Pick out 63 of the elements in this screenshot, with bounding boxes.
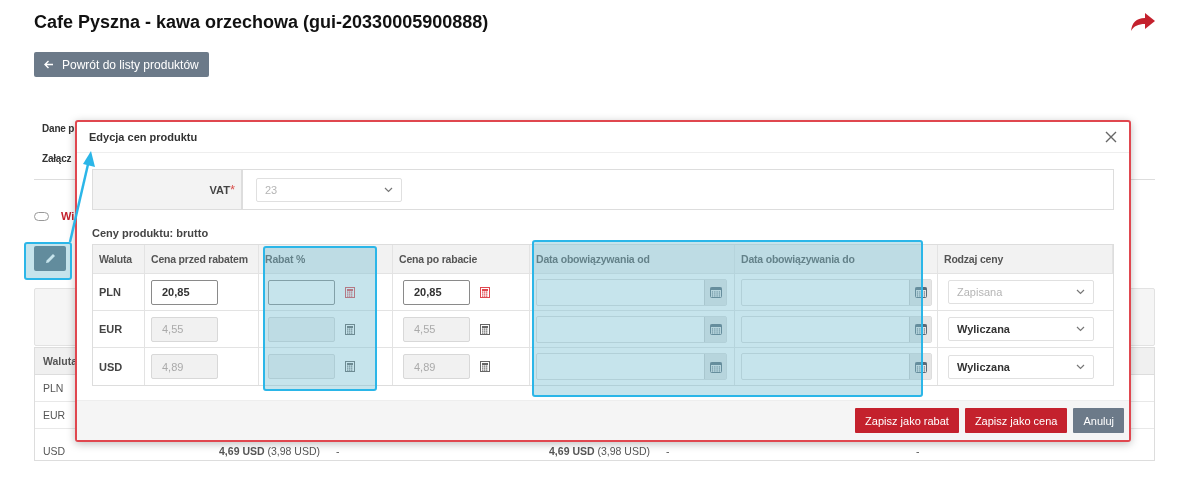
toggle-switch[interactable] xyxy=(34,211,49,221)
close-button[interactable] xyxy=(1105,131,1117,143)
date-field[interactable] xyxy=(741,278,932,306)
table-cell-text: 4,69 USD (3,98 USD) xyxy=(548,445,651,457)
date-field[interactable] xyxy=(536,278,727,306)
dialog-button[interactable]: Anuluj xyxy=(1073,408,1124,433)
column-header: Data obowiązywania od xyxy=(530,245,735,273)
table-cell-text: USD xyxy=(42,445,67,457)
table-cell-text: - xyxy=(915,445,921,457)
discount-field[interactable] xyxy=(268,279,335,305)
price-type-select[interactable]: Wyliczana xyxy=(948,317,1094,341)
calendar-icon xyxy=(709,286,722,298)
close-icon xyxy=(1105,131,1117,143)
calendar-icon xyxy=(914,323,927,335)
calendar-icon xyxy=(914,360,927,373)
calendar-icon xyxy=(709,360,722,373)
table-cell-text: PLN xyxy=(42,382,65,394)
arrow-left-icon xyxy=(44,60,54,69)
column-header: Cena przed rabatem xyxy=(145,245,259,273)
column-header: Rodzaj ceny xyxy=(938,245,1113,273)
date-field[interactable] xyxy=(536,353,727,380)
column-header: Data obowiązywania do xyxy=(735,245,938,273)
dialog-title: Edycja cen produktu xyxy=(89,131,198,143)
table-cell-text: EUR xyxy=(42,409,67,421)
chevron-down-icon xyxy=(384,186,393,193)
chevron-down-icon xyxy=(1076,326,1085,332)
section-title: Ceny produktu: brutto xyxy=(92,227,210,239)
edit-button[interactable] xyxy=(34,246,66,271)
dialog-button[interactable]: Zapisz jako cena xyxy=(964,408,1068,433)
table-cell-text: 4,69 USD (3,98 USD) xyxy=(218,445,321,457)
calculator-icon[interactable] xyxy=(480,323,490,335)
field-label: VAT xyxy=(209,183,230,196)
date-field[interactable] xyxy=(536,315,727,343)
page-title: Cafe Pyszna - kawa orzechowa (gui-20330005900888) xyxy=(34,11,489,33)
dialog-button[interactable]: Zapisz jako rabat xyxy=(855,408,959,433)
calculator-icon[interactable] xyxy=(480,361,490,372)
calculator-icon[interactable] xyxy=(345,361,355,372)
currency-code: PLN xyxy=(99,286,121,298)
column-header: Waluta xyxy=(93,245,145,273)
chevron-down-icon xyxy=(1076,363,1085,370)
price-field[interactable]: 20,85 xyxy=(151,279,218,305)
table-cell-text: - xyxy=(665,445,671,457)
share-arrow-icon[interactable] xyxy=(1131,13,1155,31)
column-header: Rabat % xyxy=(259,245,393,273)
currency-code: USD xyxy=(99,360,123,373)
back-button[interactable]: Powrót do listy produktów xyxy=(34,52,209,77)
calendar-icon xyxy=(914,286,927,298)
currency-code: EUR xyxy=(99,323,123,335)
highlight-box xyxy=(24,242,72,280)
toggle-label: Wi xyxy=(61,210,75,222)
calculator-icon[interactable] xyxy=(345,323,355,335)
date-field[interactable] xyxy=(741,353,932,380)
price-field[interactable]: 20,85 xyxy=(403,279,470,305)
calendar-icon xyxy=(709,323,722,335)
price-type-select[interactable]: Wyliczana xyxy=(948,354,1094,379)
pencil-icon xyxy=(44,253,56,264)
table-cell-text: - xyxy=(335,445,341,457)
required-mark: * xyxy=(229,182,235,197)
chevron-down-icon xyxy=(1076,289,1085,295)
column-header: Cena po rabacie xyxy=(393,245,530,273)
calculator-icon[interactable] xyxy=(345,286,355,298)
calculator-icon[interactable] xyxy=(480,286,490,298)
date-field[interactable] xyxy=(741,315,932,343)
